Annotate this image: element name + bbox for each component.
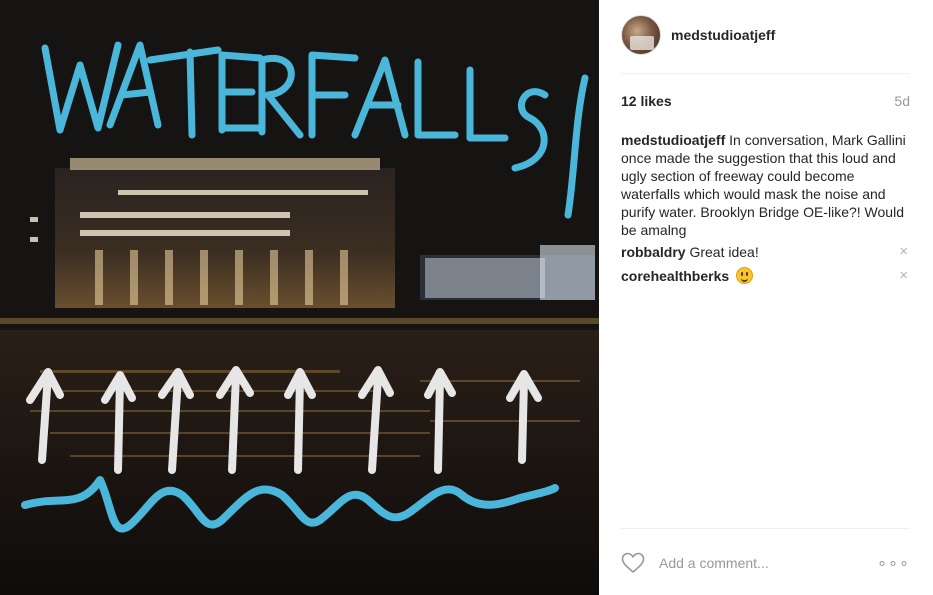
add-comment-row: ∘∘∘ (621, 551, 910, 575)
heart-icon[interactable] (621, 552, 645, 574)
remove-comment-icon[interactable]: × (899, 267, 908, 285)
caption-username[interactable]: medstudioatjeff (621, 132, 725, 148)
post-panel: medstudioatjeff 12 likes 5d medstudioatj… (599, 0, 933, 595)
photo-illustration (0, 0, 599, 595)
more-options-icon[interactable]: ∘∘∘ (877, 553, 910, 573)
comment-item: corehealthberks × (621, 267, 910, 285)
header-divider (621, 73, 910, 74)
add-comment-input[interactable] (657, 554, 877, 572)
footer-divider (621, 528, 910, 529)
header-username[interactable]: medstudioatjeff (671, 27, 775, 43)
post-header: medstudioatjeff (621, 14, 775, 56)
likes-row: 12 likes 5d (621, 93, 910, 109)
post-photo[interactable] (0, 0, 599, 595)
post-age[interactable]: 5d (894, 93, 910, 109)
comment-username[interactable]: corehealthberks (621, 268, 729, 284)
caption: medstudioatjeff In conversation, Mark Ga… (621, 131, 910, 239)
comment-item: robbaldry Great idea! × (621, 243, 910, 261)
avatar[interactable] (621, 15, 661, 55)
likes-count[interactable]: 12 likes (621, 93, 672, 109)
smiley-emoji-icon (736, 267, 754, 284)
comment-list: medstudioatjeff In conversation, Mark Ga… (621, 131, 910, 291)
remove-comment-icon[interactable]: × (899, 243, 908, 261)
comment-text: Great idea! (689, 244, 759, 260)
comment-username[interactable]: robbaldry (621, 244, 686, 260)
